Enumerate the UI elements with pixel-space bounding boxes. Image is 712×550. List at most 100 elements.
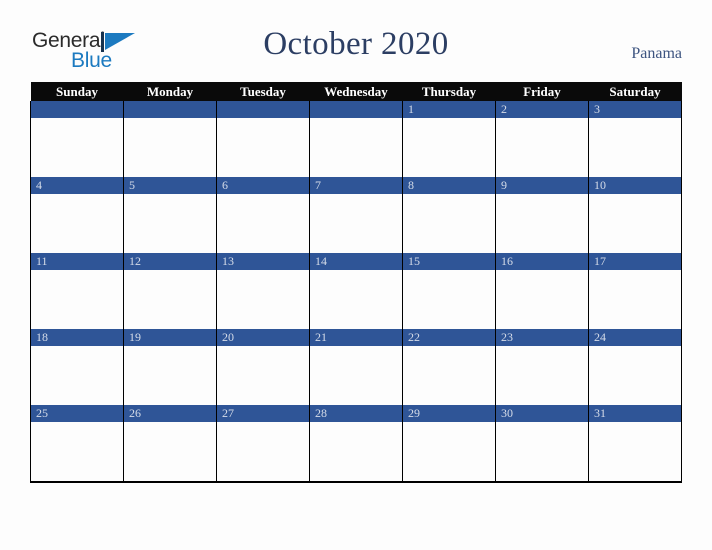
calendar-day-cell[interactable]: 27 [216,405,310,483]
day-notes-area[interactable] [217,422,309,481]
calendar-week-row: 25 26 27 28 29 30 31 [30,405,682,483]
calendar-day-cell[interactable] [30,101,124,177]
day-notes-area[interactable] [403,422,495,481]
weekday-header-friday: Friday [495,82,589,101]
calendar-day-cell[interactable]: 30 [495,405,589,483]
day-number: 21 [315,330,327,344]
calendar-day-cell[interactable]: 22 [402,329,496,405]
page-header: General Blue October 2020 Panama [0,0,712,82]
calendar-week-row: 1 2 3 [30,101,682,177]
day-number: 9 [501,178,507,192]
day-notes-area[interactable] [124,270,216,329]
day-notes-area[interactable] [217,194,309,253]
day-number: 7 [315,178,321,192]
calendar-day-cell[interactable]: 11 [30,253,124,329]
calendar-day-cell[interactable]: 13 [216,253,310,329]
calendar-week-row: 18 19 20 21 22 23 24 [30,329,682,405]
calendar-day-cell[interactable]: 20 [216,329,310,405]
calendar-day-cell[interactable]: 12 [123,253,217,329]
day-notes-area[interactable] [124,194,216,253]
calendar-day-cell[interactable]: 17 [588,253,682,329]
day-number: 27 [222,406,234,420]
calendar-day-cell[interactable]: 31 [588,405,682,483]
day-number: 3 [594,102,600,116]
calendar-day-cell[interactable]: 5 [123,177,217,253]
calendar-day-cell[interactable]: 7 [309,177,403,253]
day-notes-area[interactable] [403,118,495,177]
weekday-header-monday: Monday [123,82,217,101]
calendar-day-cell[interactable] [309,101,403,177]
day-notes-area[interactable] [31,346,123,405]
calendar-day-cell[interactable]: 25 [30,405,124,483]
day-number: 12 [129,254,141,268]
day-number: 20 [222,330,234,344]
day-notes-area[interactable] [124,346,216,405]
day-notes-area[interactable] [124,118,216,177]
calendar-day-cell[interactable]: 15 [402,253,496,329]
day-notes-area[interactable] [403,270,495,329]
calendar-day-cell[interactable]: 1 [402,101,496,177]
day-notes-area[interactable] [310,270,402,329]
calendar-day-cell[interactable]: 16 [495,253,589,329]
day-number: 15 [408,254,420,268]
day-notes-area[interactable] [31,270,123,329]
calendar-day-cell[interactable]: 28 [309,405,403,483]
day-notes-area[interactable] [217,270,309,329]
day-notes-area[interactable] [589,346,681,405]
weekday-header-wednesday: Wednesday [309,82,403,101]
calendar-day-cell[interactable] [216,101,310,177]
calendar-day-cell[interactable]: 19 [123,329,217,405]
calendar-week-row: 11 12 13 14 15 16 17 [30,253,682,329]
calendar-day-cell[interactable]: 10 [588,177,682,253]
calendar-day-cell[interactable]: 21 [309,329,403,405]
day-number: 4 [36,178,42,192]
day-number: 16 [501,254,513,268]
day-number: 1 [408,102,414,116]
calendar-day-cell[interactable]: 3 [588,101,682,177]
calendar-day-cell[interactable]: 29 [402,405,496,483]
day-notes-area[interactable] [589,270,681,329]
day-notes-area[interactable] [310,194,402,253]
calendar-day-cell[interactable]: 6 [216,177,310,253]
calendar-day-cell[interactable]: 23 [495,329,589,405]
day-notes-area[interactable] [496,118,588,177]
day-notes-area[interactable] [217,118,309,177]
calendar-day-cell[interactable]: 26 [123,405,217,483]
calendar-day-cell[interactable]: 2 [495,101,589,177]
day-notes-area[interactable] [496,422,588,481]
day-notes-area[interactable] [217,346,309,405]
day-notes-area[interactable] [310,346,402,405]
day-notes-area[interactable] [403,346,495,405]
day-notes-area[interactable] [124,422,216,481]
day-notes-area[interactable] [31,118,123,177]
calendar-page: General Blue October 2020 Panama Sunday … [0,0,712,550]
day-notes-area[interactable] [31,194,123,253]
calendar-week-row: 4 5 6 7 8 9 10 [30,177,682,253]
day-notes-area[interactable] [310,422,402,481]
page-title: October 2020 [263,26,449,62]
calendar-day-cell[interactable]: 18 [30,329,124,405]
day-number: 31 [594,406,606,420]
day-number: 8 [408,178,414,192]
day-notes-area[interactable] [589,118,681,177]
day-notes-area[interactable] [589,422,681,481]
day-notes-area[interactable] [496,270,588,329]
region-label: Panama [631,45,682,62]
day-notes-area[interactable] [589,194,681,253]
day-number: 6 [222,178,228,192]
day-notes-area[interactable] [31,422,123,481]
calendar-day-cell[interactable]: 14 [309,253,403,329]
day-notes-area[interactable] [310,118,402,177]
calendar-day-cell[interactable]: 9 [495,177,589,253]
calendar-day-cell[interactable]: 4 [30,177,124,253]
day-number: 17 [594,254,606,268]
day-notes-area[interactable] [496,194,588,253]
weekday-header-sunday: Sunday [30,82,124,101]
day-notes-area[interactable] [496,346,588,405]
day-notes-area[interactable] [403,194,495,253]
day-number: 22 [408,330,420,344]
day-number: 11 [36,254,48,268]
calendar-day-cell[interactable]: 24 [588,329,682,405]
calendar-day-cell[interactable] [123,101,217,177]
calendar-day-cell[interactable]: 8 [402,177,496,253]
